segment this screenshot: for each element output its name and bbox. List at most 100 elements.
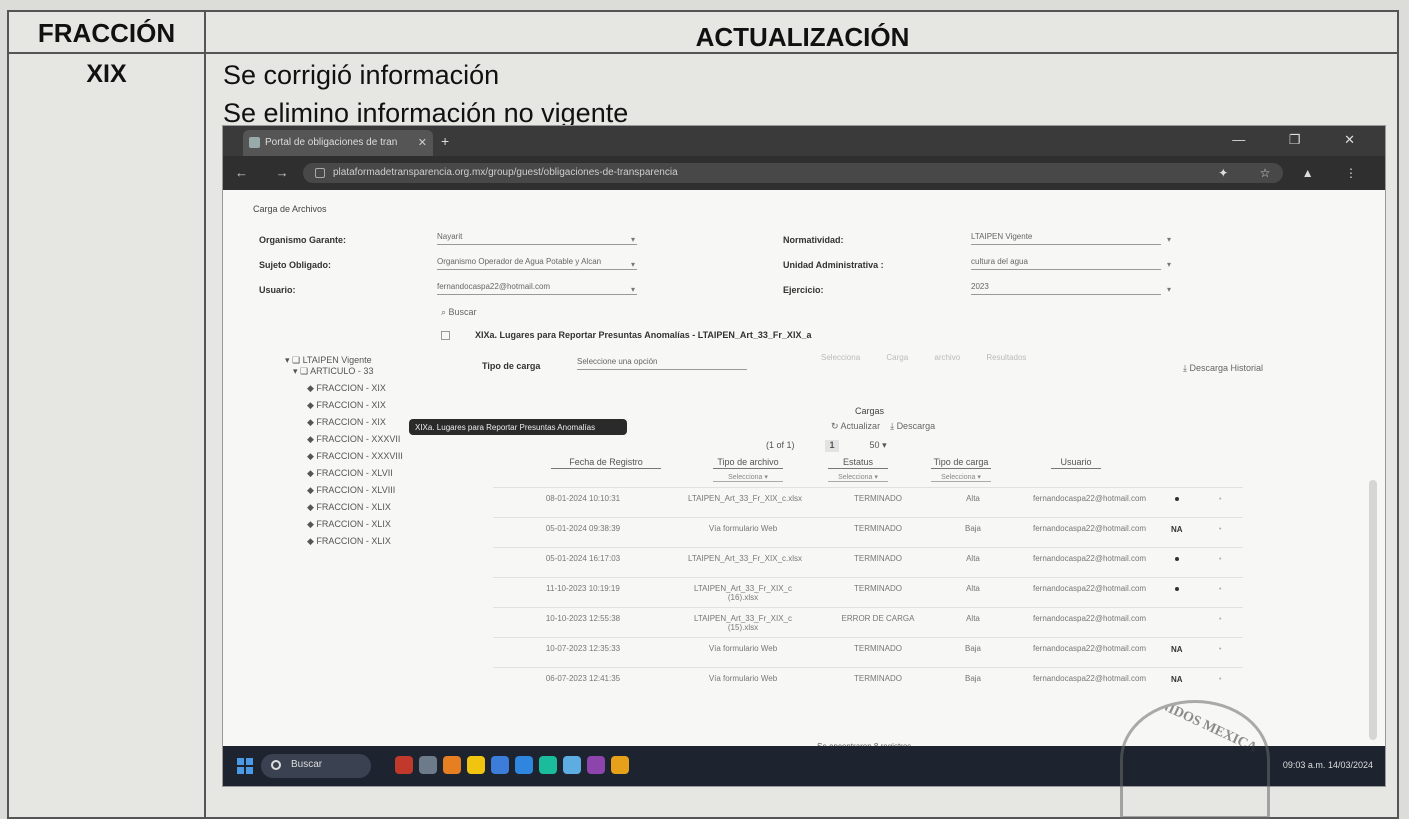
new-tab-icon[interactable]: + (441, 133, 449, 149)
taskbar-app-icon[interactable] (395, 756, 413, 774)
table-row: 05-01-2024 16:17:03 LTAIPEN_Art_33_Fr_XIX… (493, 547, 1243, 574)
disabled-actions: Selecciona Carga archivo Resultados (821, 353, 1027, 362)
tree-item[interactable]: ◆ FRACCION - XLIX (307, 519, 391, 530)
chevron-down-icon[interactable]: ▾ (631, 235, 635, 244)
row-action-icon[interactable]: • (1219, 586, 1221, 593)
header-fraccion: FRACCIÓN (37, 18, 176, 48)
chevron-down-icon[interactable]: ▾ (631, 285, 635, 294)
clock-time: 09:03 a.m. (1282, 760, 1326, 770)
col-usuario[interactable]: Usuario (1051, 457, 1101, 469)
taskbar-app-icon[interactable] (611, 756, 629, 774)
buscar-button[interactable]: ⌕ Buscar (441, 307, 477, 318)
col-archivo[interactable]: Tipo de archivo Selecciona ▾ (713, 457, 783, 482)
pager-text: (1 of 1) (766, 440, 795, 450)
tree-item-label: FRACCION - XIX (316, 417, 386, 427)
close-tab-icon[interactable]: ✕ (418, 136, 427, 149)
cell-fecha: 06-07-2023 12:41:35 (545, 674, 621, 683)
col-fecha[interactable]: Fecha de Registro (551, 457, 661, 469)
tree-root[interactable]: ▾ ❏ LTAIPEN Vigente (285, 355, 372, 366)
taskbar-app-icon[interactable] (419, 756, 437, 774)
actualizar-button[interactable]: ↻ Actualizar (831, 421, 880, 431)
tree-item-label: FRACCION - XXXVIII (316, 451, 403, 461)
taskbar-app-icon[interactable] (443, 756, 461, 774)
tree-item-label: FRACCION - XIX (316, 400, 386, 410)
browser-toolbar-icons[interactable]: ✦ ☆ ▲ ⋮ (1218, 166, 1371, 180)
archivo-filter[interactable]: Selecciona ▾ (713, 473, 783, 482)
search-icon (271, 760, 281, 770)
descarga-button[interactable]: ⤓ Descarga (890, 421, 935, 431)
col-tipo[interactable]: Tipo de carga Selecciona ▾ (931, 457, 991, 482)
pager-page-button[interactable]: 1 (825, 440, 840, 452)
taskbar-app-icon[interactable] (587, 756, 605, 774)
format-checkbox[interactable] (441, 331, 450, 340)
unidad-select[interactable]: cultura del agua (971, 257, 1161, 270)
col-archivo-label: Tipo de archivo (713, 457, 783, 469)
download-file-icon[interactable] (1175, 587, 1179, 591)
row-action-icon[interactable]: • (1219, 526, 1221, 533)
tree-item[interactable]: ◆ FRACCION - XXXVIII (307, 451, 403, 462)
tree-root-label: LTAIPEN Vigente (302, 355, 372, 365)
chevron-down-icon[interactable]: ▾ (1167, 260, 1171, 269)
row-action-icon[interactable]: • (1219, 496, 1221, 503)
ejercicio-select[interactable]: 2023 (971, 282, 1161, 295)
taskbar-app-icon[interactable] (515, 756, 533, 774)
tree-article[interactable]: ▾ ❏ ARTICULO - 33 (293, 366, 373, 377)
cell-estatus: TERMINADO (854, 524, 902, 533)
tree-item[interactable]: ◆ FRACCION - XIX (307, 417, 386, 428)
tree-item[interactable]: ◆ FRACCION - XXXVII (307, 434, 400, 445)
normatividad-select[interactable]: LTAIPEN Vigente (971, 232, 1161, 245)
tree-item[interactable]: ◆ FRACCION - XIX (307, 400, 386, 411)
cell-tipo: Alta (966, 554, 980, 563)
taskbar-search[interactable]: Buscar (261, 754, 371, 778)
tab-title: Portal de obligaciones de tran (265, 137, 398, 148)
col-tipo-label: Tipo de carga (931, 457, 991, 469)
organismo-select[interactable]: Nayarit (437, 232, 637, 245)
chevron-down-icon[interactable]: ▾ (1167, 235, 1171, 244)
page-size-select[interactable]: 50 ▾ (870, 440, 887, 450)
cell-fecha: 08-01-2024 10:10:31 (545, 494, 621, 503)
tree-item[interactable]: ◆ FRACCION - XIX (307, 383, 386, 394)
taskbar-app-icon[interactable] (491, 756, 509, 774)
column-divider (204, 12, 206, 817)
download-file-icon[interactable] (1175, 497, 1179, 501)
tipo-filter[interactable]: Selecciona ▾ (931, 473, 991, 482)
scrollbar[interactable] (1369, 480, 1377, 740)
table-row: 08-01-2024 10:10:31 LTAIPEN_Art_33_Fr_XIX… (493, 487, 1243, 514)
descarga-historial-button[interactable]: ⤓ Descarga Historial (1183, 363, 1263, 374)
taskbar-app-icon[interactable] (563, 756, 581, 774)
system-tray[interactable]: 09:03 a.m. 14/03/2024 (1283, 760, 1373, 770)
cell-estatus: TERMINADO (854, 494, 902, 503)
estatus-filter[interactable]: Selecciona ▾ (828, 473, 888, 482)
tree-item[interactable]: ◆ FRACCION - XLVIII (307, 485, 395, 496)
row-action-icon[interactable]: • (1219, 616, 1221, 623)
start-icon[interactable] (237, 758, 253, 774)
browser-titlebar: Portal de obligaciones de tran ✕ + — ❐ ✕ (223, 126, 1385, 156)
row-action-icon[interactable]: • (1219, 646, 1221, 653)
tree-item[interactable]: ◆ FRACCION - XLVII (307, 468, 393, 479)
usuario-select[interactable]: fernandocaspa22@hotmail.com (437, 282, 637, 295)
tree-item[interactable]: ◆ FRACCION - XLIX (307, 536, 391, 547)
window-controls[interactable]: — ❐ ✕ (1232, 132, 1375, 148)
site-info-icon[interactable] (315, 168, 325, 178)
cell-archivo: Vía formulario Web (708, 674, 778, 683)
url-text: plataformadetransparencia.org.mx/group/g… (333, 167, 678, 178)
sujeto-select[interactable]: Organismo Operador de Agua Potable y Alc… (437, 257, 637, 270)
col-estatus-label: Estatus (828, 457, 888, 469)
row-action-icon[interactable]: • (1219, 556, 1221, 563)
chevron-down-icon[interactable]: ▾ (1167, 285, 1171, 294)
tree-item[interactable]: ◆ FRACCION - XLIX (307, 502, 391, 513)
taskbar-app-icon[interactable] (539, 756, 557, 774)
cell-estatus: TERMINADO (854, 554, 902, 563)
col-estatus[interactable]: Estatus Selecciona ▾ (828, 457, 888, 482)
cell-tipo: Alta (966, 584, 980, 593)
tipo-carga-select[interactable]: Seleccione una opción (577, 357, 747, 370)
browser-tab[interactable]: Portal de obligaciones de tran ✕ (243, 130, 433, 156)
row-action-icon[interactable]: • (1219, 676, 1221, 683)
header-actualizacion: ACTUALIZACIÓN (695, 22, 910, 52)
download-file-icon[interactable] (1175, 557, 1179, 561)
cargas-title: Cargas (855, 406, 885, 416)
chevron-down-icon[interactable]: ▾ (631, 260, 635, 269)
url-field[interactable]: plataformadetransparencia.org.mx/group/g… (303, 163, 1283, 183)
taskbar-app-icon[interactable] (467, 756, 485, 774)
estatus-filter-label: Selecciona (838, 474, 873, 481)
